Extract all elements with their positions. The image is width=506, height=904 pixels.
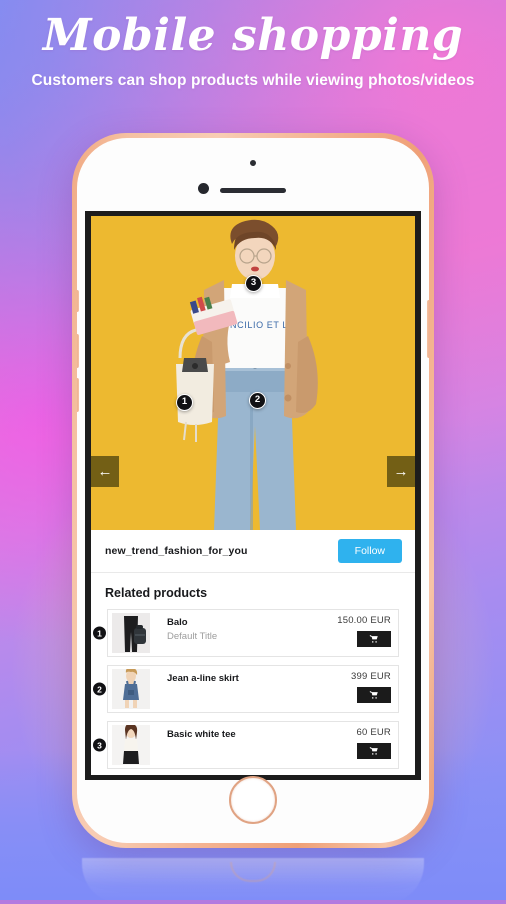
product-row[interactable]: 2 Jean a-line skirt 399 EUR	[92, 665, 399, 713]
shopping-cart-icon	[369, 747, 378, 755]
product-badge[interactable]: 3	[92, 737, 107, 753]
proximity-sensor	[250, 160, 256, 166]
phone-reflection-home-button	[230, 862, 276, 882]
product-variant: Default Title	[167, 631, 218, 642]
app-viewport: CONCILIO ET LA 1 2 3 ← → new_trend_fashi…	[91, 216, 415, 775]
product-info: Jean a-line skirt	[150, 666, 351, 712]
front-camera-icon	[198, 183, 209, 194]
volume-down-button[interactable]	[77, 378, 79, 412]
product-price: 399 EUR	[351, 671, 391, 682]
product-badge[interactable]: 1	[92, 625, 107, 641]
photo-hotspot-2[interactable]: 2	[249, 392, 266, 409]
product-thumbnail	[112, 725, 150, 765]
phone-screen: CONCILIO ET LA 1 2 3 ← → new_trend_fashi…	[85, 211, 421, 780]
add-to-cart-button[interactable]	[357, 631, 391, 647]
follow-button[interactable]: Follow	[337, 539, 402, 563]
related-products-list: 1 Balo Default Title 150.00 EUR 2 Jean a…	[91, 609, 415, 769]
shopping-cart-icon	[369, 635, 378, 643]
add-to-cart-button[interactable]	[357, 687, 391, 703]
product-row[interactable]: 3 Basic white tee 60 EUR	[92, 721, 399, 769]
page-subtitle: Customers can shop products while viewin…	[31, 72, 475, 89]
photo-hotspot-1[interactable]: 1	[176, 394, 193, 411]
arrow-left-icon[interactable]: ←	[91, 456, 119, 487]
arrow-right-icon[interactable]: →	[387, 456, 415, 487]
shoppable-photo[interactable]: CONCILIO ET LA 1 2 3 ← →	[91, 216, 415, 530]
product-thumbnail	[112, 669, 150, 709]
photo-hotspot-3[interactable]: 3	[245, 275, 262, 292]
silent-switch[interactable]	[77, 290, 79, 312]
product-name: Basic white tee	[167, 729, 236, 740]
product-badge[interactable]: 2	[92, 681, 107, 697]
phone-body: CONCILIO ET LA 1 2 3 ← → new_trend_fashi…	[77, 138, 429, 843]
product-name: Jean a-line skirt	[167, 673, 239, 684]
product-info: Basic white tee	[150, 722, 357, 768]
product-thumbnail	[112, 613, 150, 653]
volume-up-button[interactable]	[77, 334, 79, 368]
home-button[interactable]	[229, 776, 277, 824]
product-info: Balo Default Title	[150, 610, 337, 656]
page-title: Mobile shopping	[42, 10, 464, 61]
product-price-area: 60 EUR	[357, 722, 398, 768]
power-button[interactable]	[427, 300, 429, 358]
phone-reflection	[82, 858, 424, 904]
product-price: 150.00 EUR	[337, 615, 391, 626]
speaker-grille	[220, 188, 286, 193]
product-price-area: 150.00 EUR	[337, 610, 398, 656]
add-to-cart-button[interactable]	[357, 743, 391, 759]
account-username[interactable]: new_trend_fashion_for_you	[105, 545, 248, 557]
header: Mobile shopping Customers can shop produ…	[0, 0, 506, 90]
related-products-heading: Related products	[105, 586, 208, 600]
product-name: Balo	[167, 617, 188, 628]
product-price-area: 399 EUR	[351, 666, 398, 712]
product-row[interactable]: 1 Balo Default Title 150.00 EUR	[92, 609, 399, 657]
account-bar: new_trend_fashion_for_you Follow	[91, 530, 415, 573]
product-price: 60 EUR	[356, 727, 391, 738]
photo-illustration: CONCILIO ET LA	[91, 216, 415, 530]
shopping-cart-icon	[369, 691, 378, 699]
phone-mockup: CONCILIO ET LA 1 2 3 ← → new_trend_fashi…	[72, 133, 434, 848]
